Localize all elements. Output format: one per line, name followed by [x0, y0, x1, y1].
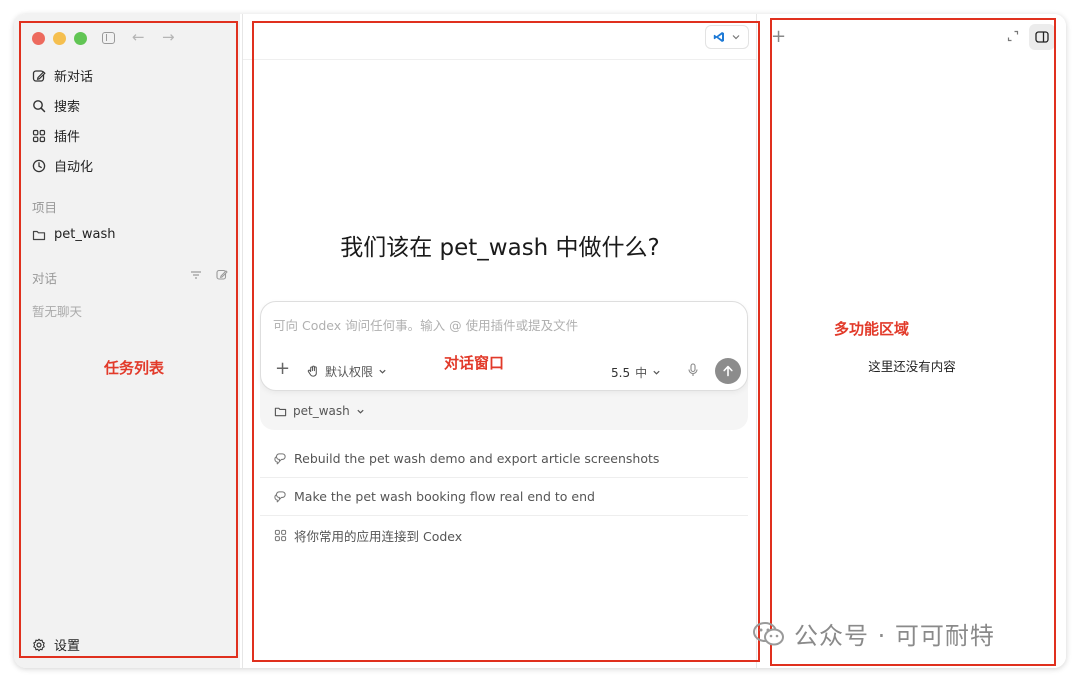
clock-icon [32, 159, 46, 172]
back-arrow-icon[interactable]: ← [132, 28, 145, 46]
watermark: 公众号 · 可可耐特 [752, 616, 995, 651]
vscode-icon [713, 32, 724, 42]
app-window: ← → 新对话 搜索 插件 自动化 项目 pet_wash 对话 暂无聊天 任务… [14, 14, 1066, 668]
chat-bubble-icon [274, 453, 286, 465]
sidebar-item-label: 自动化 [54, 160, 94, 175]
wechat-icon [753, 621, 784, 645]
arrow-up-icon [723, 365, 733, 377]
new-conversation-icon[interactable] [216, 269, 228, 281]
sidebar-item-label: 新对话 [54, 70, 94, 85]
chevron-down-icon [732, 35, 740, 40]
window-controls [32, 32, 87, 45]
conversations-section-label: 对话 [32, 271, 58, 286]
permission-label: 默认权限 [325, 365, 374, 379]
page-title: 我们该在 pet_wash 中做什么? [340, 235, 660, 261]
multi-function-panel: + 这里还没有内容 [756, 14, 1066, 668]
watermark-text: 公众号 · 可可耐特 [794, 622, 995, 650]
projects-section-label: 项目 [32, 200, 58, 215]
annotation-chat-window: 对话窗口 [444, 354, 505, 372]
suggestion-item[interactable]: 将你常用的应用连接到 Codex [260, 516, 748, 554]
sidebar-item-search[interactable]: 搜索 [32, 96, 80, 115]
sidebar-toggle-icon[interactable] [102, 32, 115, 44]
suggestion-text: 将你常用的应用连接到 Codex [294, 528, 463, 544]
open-in-editor-button[interactable] [705, 25, 749, 49]
sidebar-item-project[interactable]: pet_wash [32, 227, 115, 242]
empty-panel-text: 这里还没有内容 [868, 359, 956, 374]
model-effort: 中 [635, 366, 648, 380]
plugin-grid-icon [32, 129, 46, 142]
plugin-grid-icon [274, 529, 287, 541]
settings-label: 设置 [54, 639, 81, 654]
edit-icon [32, 69, 46, 82]
forward-arrow-icon[interactable]: → [162, 28, 175, 46]
suggestion-text: Rebuild the pet wash demo and export art… [294, 451, 660, 466]
task-sidebar: ← → 新对话 搜索 插件 自动化 项目 pet_wash 对话 暂无聊天 任务… [14, 14, 240, 668]
folder-icon [274, 407, 287, 416]
chevron-down-icon [357, 409, 364, 414]
sidebar-item-automation[interactable]: 自动化 [32, 156, 93, 175]
annotation-multi-area: 多功能区域 [834, 320, 910, 338]
gear-icon [33, 638, 45, 651]
message-composer: 可向 Codex 询问任何事。输入 @ 使用插件或提及文件 + 默认权限 5.5… [260, 301, 748, 391]
chat-topbar [243, 14, 757, 60]
search-icon [33, 99, 46, 112]
chevron-down-icon [379, 369, 386, 374]
expand-icon[interactable] [1007, 30, 1019, 42]
model-version: 5.5 [611, 365, 631, 380]
sidebar-item-label: 搜索 [54, 100, 81, 115]
suggestion-text: Make the pet wash booking flow real end … [294, 489, 595, 504]
conversation-tools [190, 269, 228, 281]
model-selector[interactable]: 5.5 中 [611, 364, 661, 381]
composer-input[interactable]: 可向 Codex 询问任何事。输入 @ 使用插件或提及文件 [273, 315, 578, 334]
sidebar-item-label: 插件 [54, 130, 81, 145]
add-panel-icon[interactable]: + [771, 26, 786, 47]
hand-icon [307, 365, 317, 377]
chat-bubble-icon [274, 491, 286, 503]
suggestion-item[interactable]: Rebuild the pet wash demo and export art… [260, 440, 748, 478]
empty-chats-text: 暂无聊天 [32, 304, 83, 319]
close-window-button[interactable] [32, 32, 45, 45]
chevron-down-icon [653, 370, 660, 375]
side-panel-icon [1035, 31, 1049, 43]
project-pill-label: pet_wash [293, 404, 350, 418]
maximize-window-button[interactable] [74, 32, 87, 45]
filter-icon[interactable] [190, 269, 202, 281]
suggestion-item[interactable]: Make the pet wash booking flow real end … [260, 478, 748, 516]
minimize-window-button[interactable] [53, 32, 66, 45]
microphone-icon[interactable] [687, 363, 699, 377]
sidebar-item-plugins[interactable]: 插件 [32, 126, 80, 145]
annotation-task-list: 任务列表 [104, 359, 165, 377]
chat-window: 我们该在 pet_wash 中做什么? pet_wash 可向 Codex 询问… [242, 14, 757, 668]
sidebar-item-new-chat[interactable]: 新对话 [32, 66, 93, 85]
send-button[interactable] [715, 358, 741, 384]
permission-selector[interactable]: 默认权限 [307, 363, 387, 380]
toggle-panel-button[interactable] [1029, 24, 1055, 50]
folder-icon [32, 230, 46, 240]
project-selector[interactable]: pet_wash [274, 404, 365, 418]
settings-button[interactable]: 设置 [32, 635, 80, 654]
add-attachment-icon[interactable]: + [275, 360, 290, 378]
project-name: pet_wash [54, 227, 116, 242]
